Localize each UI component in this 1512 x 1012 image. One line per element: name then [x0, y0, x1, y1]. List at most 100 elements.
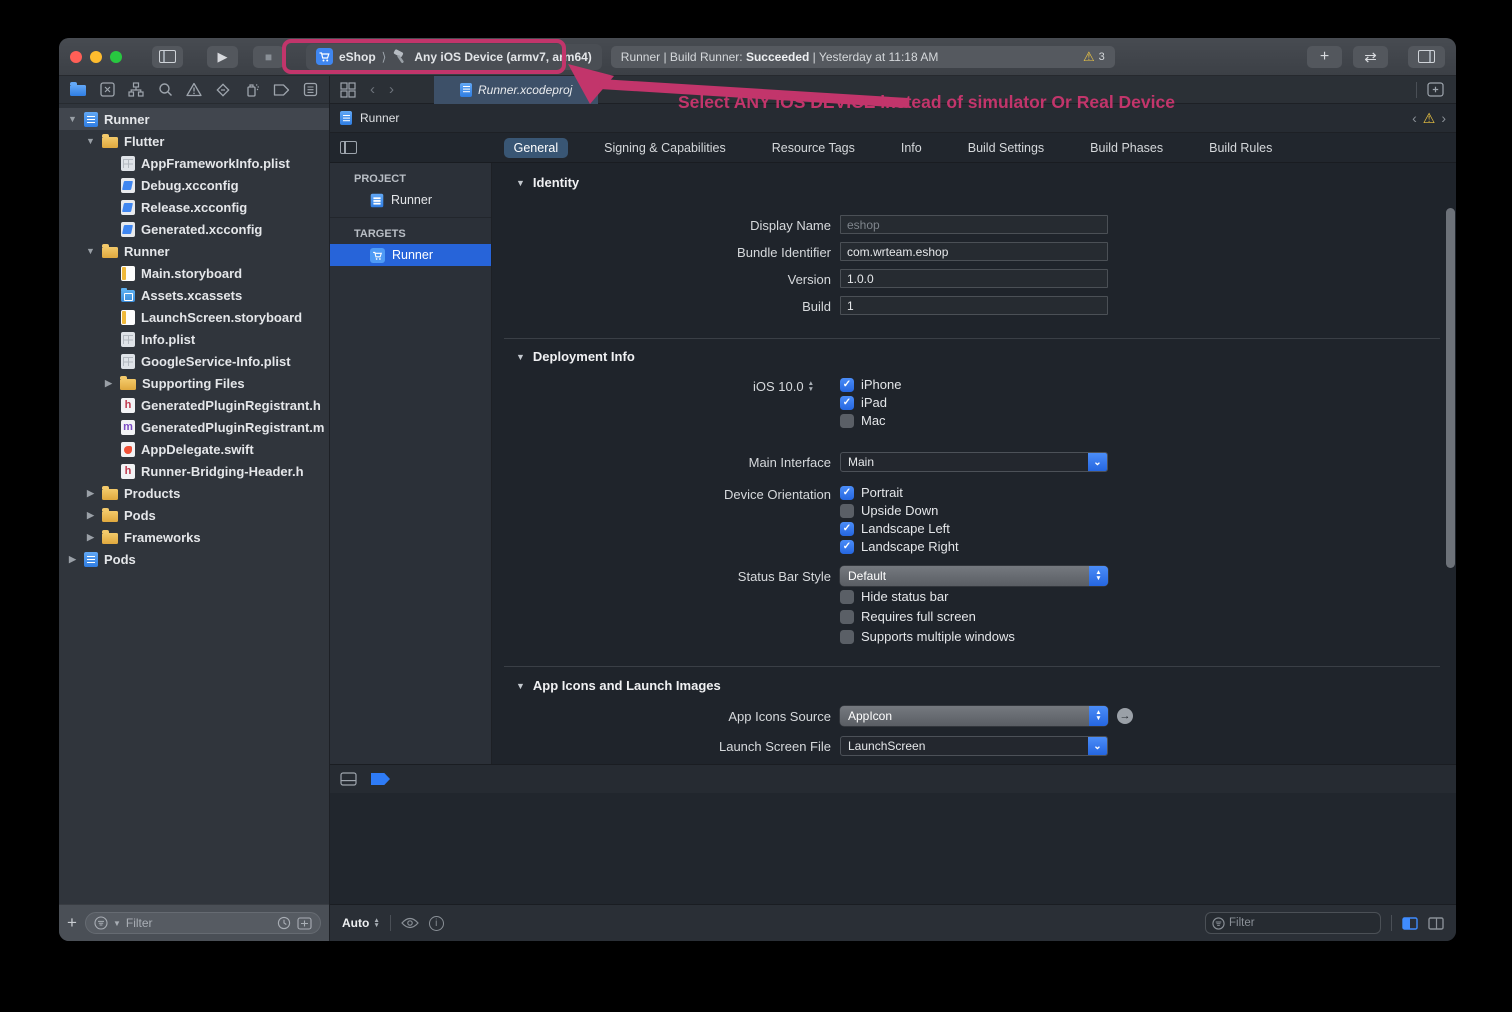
- doc-outline-toggle-icon[interactable]: [340, 141, 357, 154]
- tree-item-file[interactable]: Debug.xcconfig: [59, 174, 329, 196]
- variables-view-mode[interactable]: Auto ▲▼: [342, 916, 380, 930]
- checkbox-landscape-left[interactable]: Landscape Left: [840, 521, 950, 536]
- tree-item-file[interactable]: Assets.xcassets: [59, 284, 329, 306]
- disclosure-icon[interactable]: ▼: [67, 114, 78, 124]
- checkbox-ipad[interactable]: iPad: [840, 395, 887, 410]
- scheme-selector[interactable]: eShop ⟩ Any iOS Device (armv7, arm64): [306, 44, 602, 70]
- main-interface-combo[interactable]: Main ⌄: [840, 452, 1108, 472]
- related-items-icon[interactable]: [340, 82, 356, 98]
- tree-item-file[interactable]: Generated.xcconfig: [59, 218, 329, 240]
- source-control-tab[interactable]: [98, 81, 116, 99]
- tree-item-flutter-folder[interactable]: ▼Flutter: [59, 130, 329, 152]
- tree-item-file[interactable]: Info.plist: [59, 328, 329, 350]
- find-navigator-tab[interactable]: [156, 81, 174, 99]
- checkbox-icon[interactable]: [840, 522, 854, 536]
- tree-item-supporting-files[interactable]: ▶Supporting Files: [59, 372, 329, 394]
- add-editor-icon[interactable]: [1427, 82, 1444, 97]
- tree-item-file[interactable]: GeneratedPluginRegistrant.h: [59, 394, 329, 416]
- section-app-icons[interactable]: ▼ App Icons and Launch Images: [516, 678, 721, 693]
- tree-item-file[interactable]: GeneratedPluginRegistrant.m: [59, 416, 329, 438]
- checkbox-supports-multiple-windows[interactable]: Supports multiple windows: [840, 629, 1015, 644]
- issue-navigator-tab[interactable]: [185, 81, 203, 99]
- version-field[interactable]: [840, 269, 1108, 288]
- section-deployment-info[interactable]: ▼ Deployment Info: [516, 349, 635, 364]
- report-navigator-tab[interactable]: [301, 81, 319, 99]
- scrollbar-thumb[interactable]: [1446, 208, 1455, 568]
- symbol-navigator-tab[interactable]: [127, 81, 145, 99]
- debug-navigator-tab[interactable]: [243, 81, 261, 99]
- tab-general[interactable]: General: [504, 138, 568, 158]
- section-identity[interactable]: ▼ Identity: [516, 175, 579, 190]
- checkbox-icon[interactable]: [840, 590, 854, 604]
- tree-item-file[interactable]: LaunchScreen.storyboard: [59, 306, 329, 328]
- checkbox-icon[interactable]: [840, 540, 854, 554]
- project-row[interactable]: Runner: [330, 189, 491, 211]
- activity-viewer[interactable]: Runner | Build Runner: Succeeded | Yeste…: [611, 46, 1115, 68]
- tab-build-rules[interactable]: Build Rules: [1199, 138, 1282, 158]
- tree-item-file[interactable]: Runner-Bridging-Header.h: [59, 460, 329, 482]
- tree-item-frameworks[interactable]: ▶Frameworks: [59, 526, 329, 548]
- jump-to-appicon-button[interactable]: →: [1117, 708, 1133, 724]
- editor-swap-button[interactable]: ⇄: [1353, 46, 1388, 68]
- editor-tab[interactable]: Runner.xcodeproj: [434, 76, 598, 104]
- tab-build-phases[interactable]: Build Phases: [1080, 138, 1173, 158]
- checkbox-icon[interactable]: [840, 610, 854, 624]
- clock-icon[interactable]: [277, 916, 291, 930]
- close-window-button[interactable]: [70, 51, 82, 63]
- breadcrumb[interactable]: Runner: [360, 111, 399, 125]
- disclosure-icon[interactable]: ▶: [85, 510, 96, 521]
- ios-version-control[interactable]: iOS 10.0 ▲▼: [753, 379, 814, 394]
- disclosure-icon[interactable]: ▶: [103, 378, 114, 389]
- run-button[interactable]: ▶: [207, 46, 238, 68]
- disclosure-icon[interactable]: ▼: [85, 246, 96, 256]
- tree-item-products[interactable]: ▶Products: [59, 482, 329, 504]
- breakpoint-navigator-tab[interactable]: [272, 81, 290, 99]
- back-button[interactable]: ‹: [370, 81, 375, 98]
- navigator-filter-field[interactable]: ▼ Filter: [85, 912, 321, 934]
- build-field[interactable]: [840, 296, 1108, 315]
- checkbox-portrait[interactable]: Portrait: [840, 485, 903, 500]
- tab-signing[interactable]: Signing & Capabilities: [594, 138, 736, 158]
- prev-issue-button[interactable]: ‹: [1412, 110, 1417, 126]
- tab-build-settings[interactable]: Build Settings: [958, 138, 1054, 158]
- disclosure-icon[interactable]: ▶: [67, 554, 78, 565]
- checkbox-icon[interactable]: [840, 630, 854, 644]
- inspector-toggle-button[interactable]: [1408, 46, 1445, 68]
- checkbox-hide-status-bar[interactable]: Hide status bar: [840, 589, 948, 604]
- disclosure-icon[interactable]: ▼: [85, 136, 96, 146]
- disclosure-icon[interactable]: ▶: [85, 532, 96, 543]
- forward-button[interactable]: ›: [389, 81, 394, 98]
- console-panel-icon[interactable]: [1428, 917, 1444, 930]
- tree-item-file[interactable]: AppFrameworkInfo.plist: [59, 152, 329, 174]
- app-icons-source-popup[interactable]: AppIcon ▲▼: [840, 706, 1108, 726]
- target-row[interactable]: Runner: [330, 244, 491, 266]
- variables-panel-icon[interactable]: [1402, 917, 1418, 930]
- tree-item-pods-folder[interactable]: ▶Pods: [59, 504, 329, 526]
- recent-files-icon[interactable]: [297, 917, 312, 930]
- tab-resource-tags[interactable]: Resource Tags: [762, 138, 865, 158]
- next-issue-button[interactable]: ›: [1441, 110, 1446, 126]
- library-add-button[interactable]: +: [1307, 46, 1342, 68]
- tree-item-file[interactable]: AppDelegate.swift: [59, 438, 329, 460]
- checkbox-iphone[interactable]: iPhone: [840, 377, 901, 392]
- checkbox-icon[interactable]: [840, 504, 854, 518]
- checkbox-landscape-right[interactable]: Landscape Right: [840, 539, 959, 554]
- zoom-window-button[interactable]: [110, 51, 122, 63]
- minimize-window-button[interactable]: [90, 51, 102, 63]
- display-name-field[interactable]: [840, 215, 1108, 234]
- info-icon[interactable]: i: [429, 916, 444, 931]
- checkbox-icon[interactable]: [840, 414, 854, 428]
- project-navigator-tab[interactable]: [69, 81, 87, 99]
- tree-item-file[interactable]: Main.storyboard: [59, 262, 329, 284]
- breakpoint-toggle-icon[interactable]: [371, 773, 390, 785]
- tree-item-runner-folder[interactable]: ▼Runner: [59, 240, 329, 262]
- add-file-button[interactable]: +: [67, 913, 77, 933]
- bundle-identifier-field[interactable]: [840, 242, 1108, 261]
- checkbox-mac[interactable]: Mac: [840, 413, 886, 428]
- tab-info[interactable]: Info: [891, 138, 932, 158]
- navigator-toggle-button[interactable]: [152, 46, 183, 68]
- checkbox-icon[interactable]: [840, 378, 854, 392]
- checkbox-upside-down[interactable]: Upside Down: [840, 503, 938, 518]
- tree-item-runner-project[interactable]: ▼Runner: [59, 108, 329, 130]
- tree-item-pods-project[interactable]: ▶Pods: [59, 548, 329, 570]
